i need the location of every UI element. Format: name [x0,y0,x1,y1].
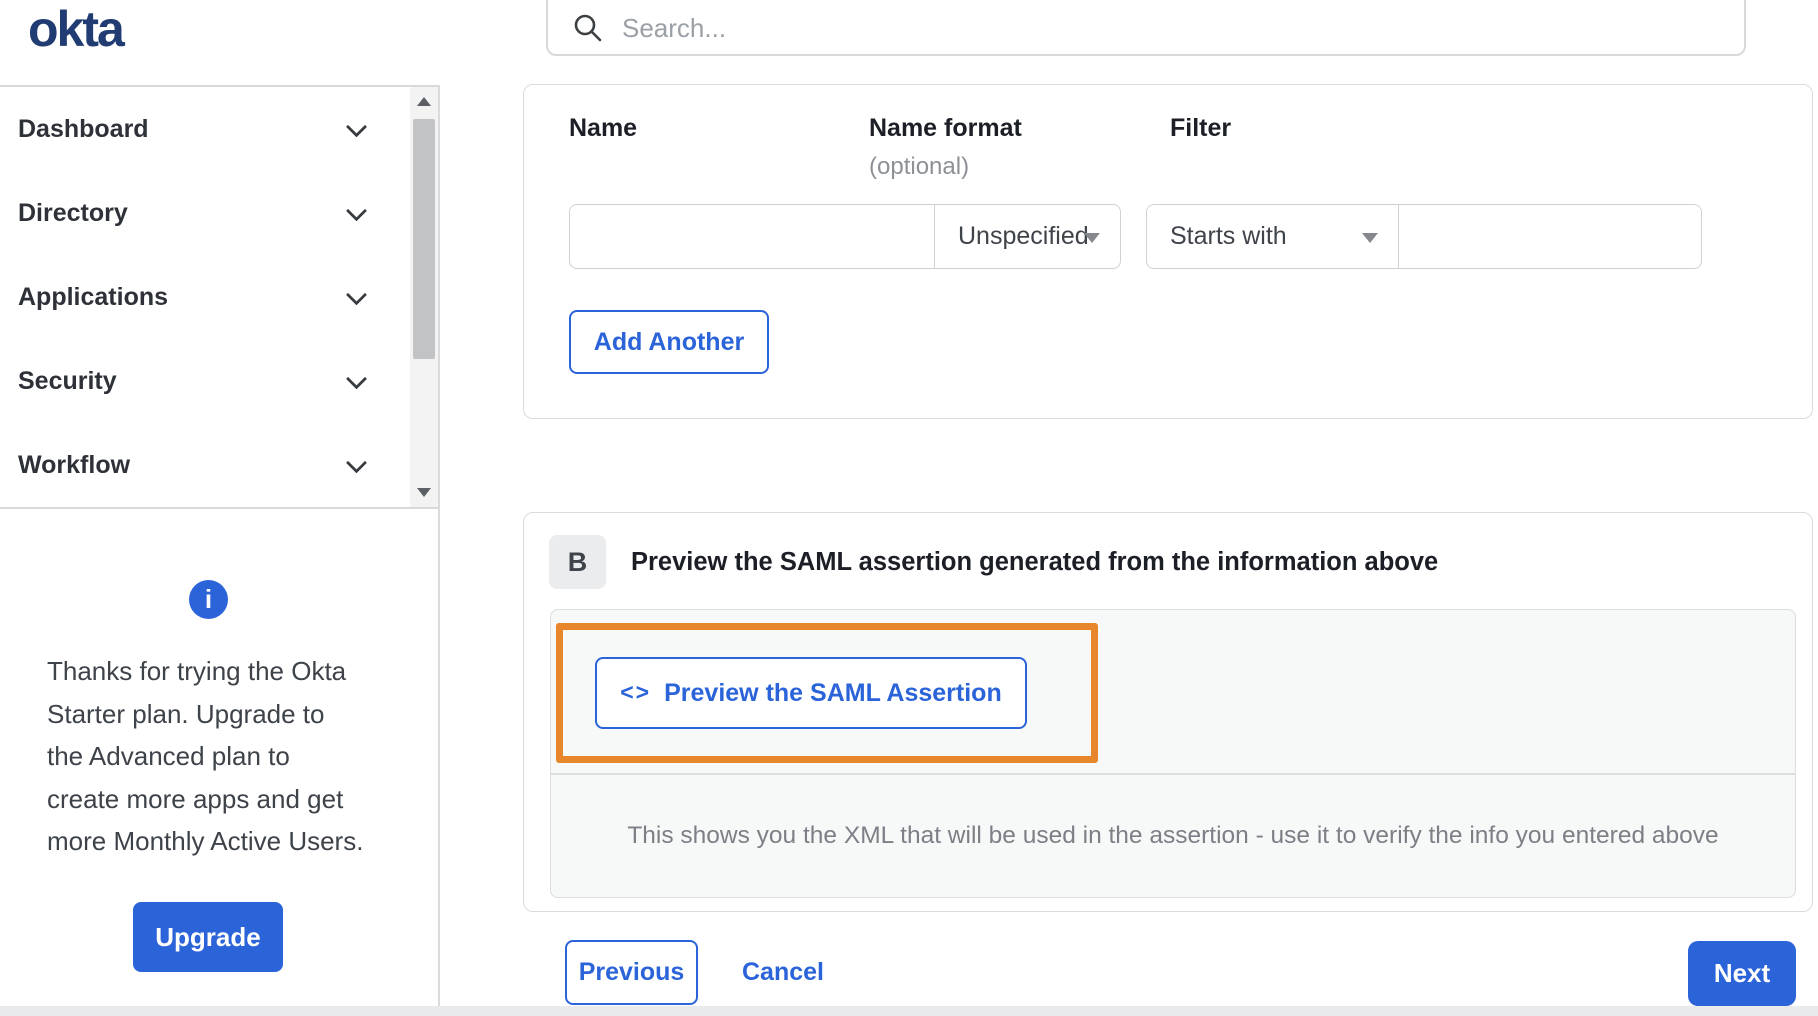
upgrade-note-line: Starter plan. Upgrade to [47,698,325,729]
scrollbar-thumb[interactable] [413,119,435,359]
sidebar-item-label: Applications [18,282,169,311]
chevron-down-icon [345,284,368,306]
okta-logo: okta [28,1,125,57]
dropdown-caret-icon [1084,232,1100,243]
upgrade-note-line: the Advanced plan to [47,741,290,771]
sidebar-right-divider [438,85,440,1006]
global-search[interactable] [546,0,1746,56]
name-label: Name [569,114,638,142]
upgrade-note-line: Thanks for trying the Okta [47,656,347,686]
add-another-button[interactable]: Add Another [569,310,769,374]
attribute-form-card: Name Name format (optional) Filter Unspe… [523,84,1813,419]
name-format-label: Name format [869,114,1022,142]
sidebar-item-dashboard[interactable]: Dashboard [0,87,410,171]
name-input[interactable] [569,204,936,269]
filter-label: Filter [1170,114,1232,142]
preview-panel: <> Preview the SAML Assertion This shows… [550,609,1796,898]
sidebar-item-applications[interactable]: Applications [0,255,410,339]
section-b-badge: B [549,535,606,589]
name-format-value: Unspecified [958,222,1089,250]
panel-divider [551,773,1795,775]
preview-saml-card: B Preview the SAML assertion generated f… [523,512,1813,912]
sidebar-item-label: Dashboard [18,114,149,143]
sidebar-item-directory[interactable]: Directory [0,171,410,255]
dropdown-caret-icon [1362,232,1378,243]
annotation-highlight-box [556,623,1098,763]
search-input[interactable] [620,11,1670,45]
search-icon [574,14,602,42]
sidebar-bottom-divider [0,507,439,509]
name-format-optional-label: (optional) [869,153,970,180]
sidebar-item-workflow[interactable]: Workflow [0,423,410,507]
previous-button[interactable]: Previous [565,940,698,1005]
upgrade-note-line: more Monthly Active Users. [47,826,364,856]
sidebar-scrollbar[interactable] [410,87,438,507]
sidebar-item-security[interactable]: Security [0,339,410,423]
okta-admin-console: okta Dashboard Directory Applications Se… [0,0,1818,1016]
name-format-select[interactable]: Unspecified [934,204,1121,269]
scroll-down-arrow-icon[interactable] [417,488,431,497]
upgrade-note-line: create more apps and get [47,783,344,814]
upgrade-note: Thanks for trying the Okta Starter plan.… [47,650,387,863]
cancel-link[interactable]: Cancel [742,940,824,1005]
sidebar-item-label: Workflow [18,450,131,479]
scroll-up-arrow-icon[interactable] [417,97,431,106]
chevron-down-icon [345,368,368,390]
info-icon: i [189,580,228,619]
sidebar-item-label: Security [18,366,117,395]
sidebar-nav: Dashboard Directory Applications Securit… [0,87,410,507]
preview-description: This shows you the XML that will be used… [627,822,1719,849]
filter-value-input[interactable] [1397,204,1702,269]
filter-op-value: Starts with [1170,222,1287,250]
upgrade-button[interactable]: Upgrade [133,902,283,972]
sidebar-item-label: Directory [18,198,128,227]
chevron-down-icon [345,200,368,222]
bottom-page-edge [0,1006,1818,1016]
chevron-down-icon [345,452,368,474]
chevron-down-icon [345,116,368,138]
filter-op-select[interactable]: Starts with [1146,204,1399,269]
next-button[interactable]: Next [1688,941,1796,1006]
section-b-title: Preview the SAML assertion generated fro… [631,548,1439,576]
